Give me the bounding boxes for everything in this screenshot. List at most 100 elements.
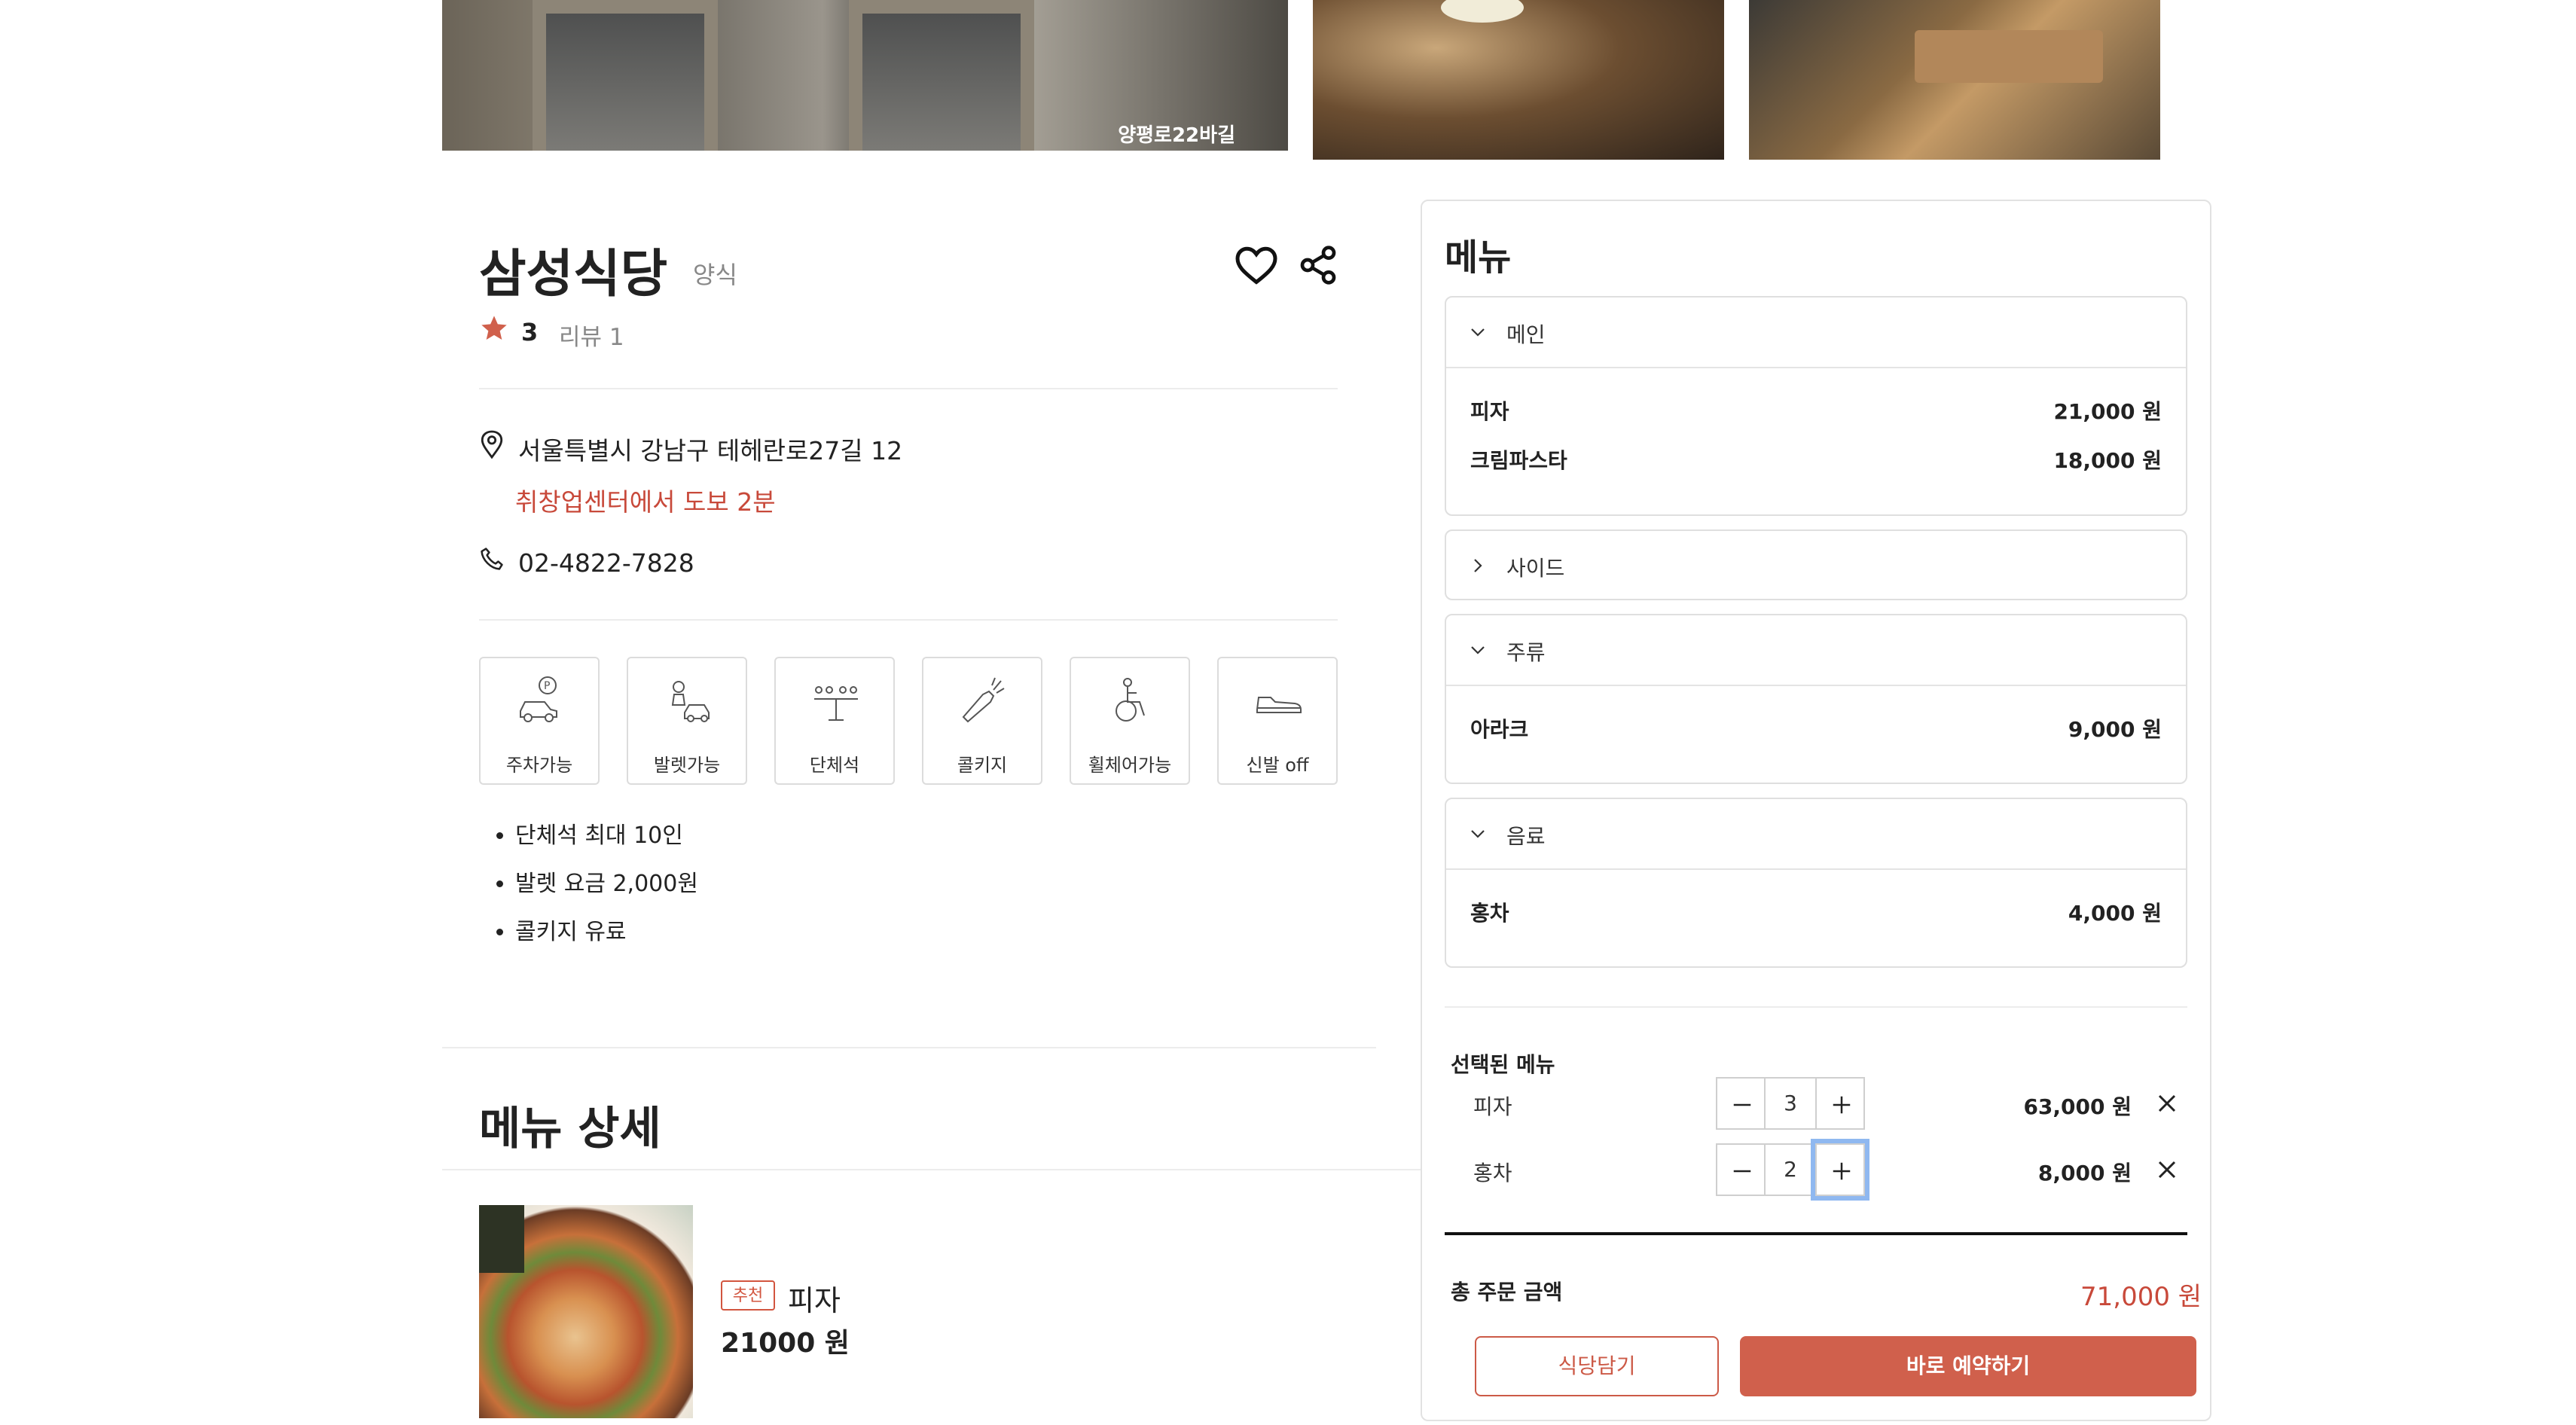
location-pin-icon: [481, 430, 503, 459]
category-header-drinks[interactable]: 음료: [1446, 799, 2186, 868]
total-divider: [1445, 1232, 2187, 1235]
menu-detail-item-price: 21000 원: [721, 1328, 850, 1359]
list-item: 발렛 요금 2,000원: [515, 863, 698, 911]
valet-icon: [671, 681, 710, 722]
menu-category-main: 메인 피자 21,000 원 크림파스타 18,000 원: [1445, 296, 2187, 516]
divider: [479, 388, 1338, 389]
increase-button[interactable]: [1811, 1139, 1869, 1201]
chevron-down-icon: [1471, 830, 1485, 838]
door-graphic: [533, 0, 718, 151]
category-header-liquor[interactable]: 주류: [1446, 615, 2186, 685]
remove-item-icon[interactable]: [2156, 1092, 2178, 1115]
amenity-label: 주차가능: [505, 755, 573, 776]
category-label: 주류: [1506, 640, 1546, 665]
share-icon[interactable]: [1297, 244, 1339, 286]
decrease-button[interactable]: [1716, 1077, 1766, 1130]
amenity-shoes-off: 신발 off: [1217, 657, 1338, 785]
menu-item-price: 21,000 원: [2053, 399, 2162, 424]
divider: [479, 619, 1338, 621]
chevron-right-icon: [1474, 559, 1482, 572]
divider: [1446, 685, 2186, 686]
restaurant-photo-exterior[interactable]: 양평로22바길: [442, 0, 1288, 151]
restaurant-category: 양식: [693, 261, 737, 289]
star-icon: [481, 316, 507, 340]
list-item: 콜키지 유료: [515, 911, 698, 960]
amenity-parking: P 주차가능: [479, 657, 600, 785]
add-to-cart-button[interactable]: 식당담기: [1475, 1336, 1719, 1396]
heart-icon[interactable]: [1234, 243, 1279, 288]
lamp-graphic: [1441, 0, 1524, 23]
menu-item-name[interactable]: 크림파스타: [1470, 444, 1567, 474]
list-item: 단체석 최대 10인: [515, 815, 698, 863]
quantity-stepper: 3: [1716, 1077, 1866, 1130]
restaurant-photo-tables[interactable]: [1749, 0, 2160, 160]
restaurant-photo-interior[interactable]: [1313, 0, 1724, 160]
door-graphic: [849, 0, 1034, 151]
street-sign: 양평로22바길: [1118, 124, 1235, 147]
remove-item-icon[interactable]: [2156, 1158, 2178, 1181]
pizza-photo[interactable]: [479, 1205, 693, 1418]
quantity-value[interactable]: 3: [1764, 1077, 1817, 1130]
amenity-valet: 발렛가능: [627, 657, 747, 785]
category-header-side[interactable]: 사이드: [1446, 531, 2186, 600]
corkage-bottle-icon: [962, 677, 1005, 723]
category-label: 사이드: [1506, 556, 1565, 581]
total-amount: 71,000 원: [2080, 1282, 2202, 1312]
decrease-button[interactable]: [1716, 1143, 1766, 1196]
divider: [1445, 1006, 2187, 1008]
selected-item-price: 8,000 원: [2037, 1161, 2132, 1185]
phone-icon: [481, 548, 503, 570]
menu-panel-title: 메뉴: [1445, 236, 1512, 279]
menu-item-price: 18,000 원: [2053, 448, 2162, 473]
menu-item-name[interactable]: 아라크: [1470, 713, 1528, 743]
selected-item-name: 홍차: [1473, 1161, 1512, 1185]
menu-item-name[interactable]: 피자: [1470, 395, 1509, 426]
plus-icon: [1833, 1096, 1851, 1114]
shoe-icon: [1256, 697, 1302, 713]
quantity-value[interactable]: 2: [1764, 1143, 1817, 1196]
table-graphic: [1915, 30, 2103, 83]
amenity-label: 신발 off: [1246, 755, 1309, 776]
rating-value: 3: [521, 318, 539, 346]
amenity-label: 발렛가능: [653, 755, 721, 776]
menu-detail-title: 메뉴 상세: [479, 1103, 661, 1155]
menu-category-liquor: 주류 아라크 9,000 원: [1445, 614, 2187, 784]
category-label: 음료: [1506, 824, 1546, 849]
amenity-wheelchair: 휠체어가능: [1070, 657, 1190, 785]
svg-text:P: P: [544, 680, 550, 692]
minus-icon: [1733, 1170, 1751, 1173]
menu-category-side: 사이드: [1445, 529, 2187, 600]
divider: [442, 1047, 1376, 1048]
walk-distance-text: 취창업센터에서 도보 2분: [515, 487, 776, 517]
divider: [442, 1169, 1497, 1170]
amenity-label: 단체석: [809, 755, 860, 776]
chevron-down-icon: [1471, 328, 1485, 337]
category-header-main[interactable]: 메인: [1446, 298, 2186, 367]
parking-car-icon: P: [520, 676, 557, 722]
menu-item-price: 9,000 원: [2068, 717, 2162, 742]
phone-number[interactable]: 02-4822-7828: [518, 548, 694, 578]
menu-item-name[interactable]: 홍차: [1470, 897, 1509, 927]
amenity-corkage: 콜키지: [922, 657, 1042, 785]
quantity-stepper: 2: [1716, 1139, 1869, 1201]
menu-category-drinks: 음료 홍차 4,000 원: [1445, 798, 2187, 968]
plus-icon: [1833, 1162, 1851, 1180]
amenity-label: 콜키지: [957, 755, 1008, 776]
book-now-button[interactable]: 바로 예약하기: [1740, 1336, 2196, 1396]
address-text: 서울특별시 강남구 테헤란로27길 12: [518, 436, 903, 465]
chevron-down-icon: [1471, 646, 1485, 655]
minus-icon: [1733, 1103, 1751, 1106]
review-count-link[interactable]: 리뷰 1: [559, 318, 624, 352]
menu-detail-item-name: 피자: [788, 1284, 841, 1317]
amenity-label: 휠체어가능: [1088, 755, 1172, 776]
selected-item-name: 피자: [1473, 1094, 1512, 1119]
wheelchair-icon: [1116, 678, 1145, 722]
recommended-badge: 추천: [721, 1280, 775, 1311]
group-seating-icon: [814, 686, 858, 721]
selected-item-price: 63,000 원: [2023, 1094, 2132, 1119]
category-label: 메인: [1506, 322, 1546, 347]
increase-button[interactable]: [1815, 1077, 1865, 1130]
divider: [1446, 868, 2186, 870]
selected-menu-title: 선택된 메뉴: [1451, 1052, 1555, 1077]
amenity-group-seating: 단체석: [774, 657, 895, 785]
